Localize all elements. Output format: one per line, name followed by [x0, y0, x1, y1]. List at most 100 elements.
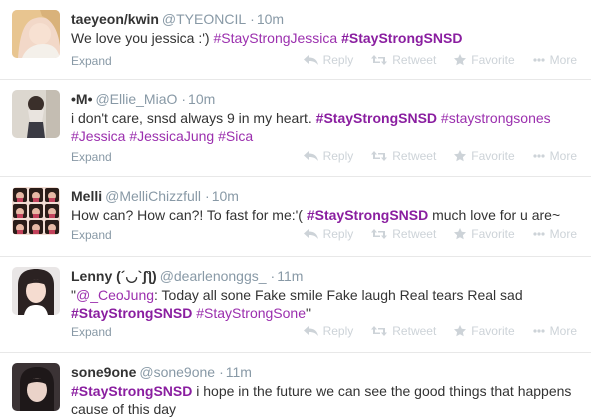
expand-link[interactable]: Expand: [71, 228, 112, 242]
retweet-icon: [371, 326, 388, 336]
avatar[interactable]: [12, 363, 60, 411]
more-action[interactable]: More: [533, 53, 577, 67]
username[interactable]: @MelliChizzfull: [105, 188, 201, 204]
retweet-label: Retweet: [392, 324, 437, 338]
tweet-actions: Reply Retweet Favorite More: [286, 324, 577, 338]
username[interactable]: @Ellie_MiaO: [95, 91, 177, 107]
retweet-action[interactable]: Retweet: [371, 53, 436, 67]
favorite-action[interactable]: Favorite: [454, 324, 515, 338]
tweet[interactable]: taeyeon/kwin @TYEONCIL · 10m We love you je…: [0, 0, 591, 80]
timestamp[interactable]: 11m: [226, 364, 252, 380]
hashtag-link[interactable]: #StayStrongSNSD: [316, 110, 437, 126]
retweet-icon: [371, 55, 388, 65]
reply-action[interactable]: Reply: [303, 324, 354, 338]
hashtag-link[interactable]: #StayStrongSone: [196, 305, 306, 321]
username[interactable]: @sone9one: [139, 364, 215, 380]
display-name[interactable]: Lenny (´◡`ʃƪ): [71, 268, 157, 284]
hashtag-link[interactable]: #Jessica: [71, 128, 125, 144]
more-action[interactable]: More: [533, 227, 577, 241]
tweet-header: Lenny (´◡`ʃƪ) @dearlenonggs_ · 11m: [71, 267, 303, 285]
timestamp[interactable]: 10m: [257, 11, 284, 27]
display-name[interactable]: taeyeon/kwin: [71, 11, 159, 27]
hashtag-link[interactable]: #StayStrongSNSD: [341, 30, 462, 46]
reply-action[interactable]: Reply: [303, 227, 354, 241]
avatar[interactable]: [12, 187, 60, 235]
avatar[interactable]: [12, 90, 60, 138]
tweet-text-segment: i don't care, snsd always 9 in my heart.: [71, 110, 316, 126]
separator-dot: ·: [219, 364, 224, 380]
tweet-text-segment: We love you jessica :'): [71, 30, 214, 46]
favorite-action[interactable]: Favorite: [454, 227, 515, 241]
display-name[interactable]: Melli: [71, 188, 102, 204]
avatar[interactable]: [12, 10, 60, 58]
favorite-label: Favorite: [471, 149, 515, 163]
hashtag-link[interactable]: #JessicaJung: [129, 128, 214, 144]
display-name[interactable]: •M•: [71, 91, 92, 107]
expand-link[interactable]: Expand: [71, 54, 112, 68]
expand-link[interactable]: Expand: [71, 325, 112, 339]
separator-dot: ·: [250, 11, 255, 27]
hashtag-link[interactable]: #staystrongsones: [441, 110, 551, 126]
tweet[interactable]: Melli @MelliChizzfull · 10m How can? How ca…: [0, 177, 591, 257]
separator-dot: ·: [181, 91, 187, 107]
retweet-action[interactable]: Retweet: [371, 227, 436, 241]
hashtag-link[interactable]: #Sica: [218, 128, 253, 144]
tweet-stream: taeyeon/kwin @TYEONCIL · 10m We love you je…: [0, 0, 591, 417]
more-dots-icon: [533, 154, 545, 158]
tweet-header: taeyeon/kwin @TYEONCIL · 10m: [71, 10, 284, 28]
reply-label: Reply: [322, 324, 354, 338]
retweet-label: Retweet: [392, 227, 437, 241]
hashtag-link[interactable]: #StayStrongSNSD: [71, 383, 192, 399]
expand-link[interactable]: Expand: [71, 150, 112, 164]
favorite-action[interactable]: Favorite: [454, 53, 515, 67]
separator-dot: ·: [270, 268, 276, 284]
tweet-text: We love you jessica :') #StayStrongJessi…: [71, 29, 581, 47]
more-action[interactable]: More: [533, 149, 577, 163]
hashtag-link[interactable]: #StayStrongSNSD: [307, 207, 428, 223]
separator-dot: ·: [205, 188, 210, 204]
mention-link[interactable]: @_CeoJung: [76, 287, 154, 303]
more-label: More: [549, 324, 577, 338]
retweet-icon: [371, 151, 388, 161]
favorite-label: Favorite: [471, 227, 515, 241]
username[interactable]: @dearlenonggs_: [160, 268, 267, 284]
retweet-action[interactable]: Retweet: [371, 324, 436, 338]
reply-icon: [303, 326, 318, 336]
reply-label: Reply: [322, 227, 354, 241]
retweet-label: Retweet: [392, 53, 437, 67]
star-icon: [454, 325, 467, 337]
more-action[interactable]: More: [533, 324, 577, 338]
more-label: More: [549, 149, 577, 163]
reply-icon: [303, 151, 318, 161]
timestamp[interactable]: 10m: [188, 91, 215, 107]
more-dots-icon: [533, 58, 545, 62]
reply-action[interactable]: Reply: [303, 149, 354, 163]
display-name[interactable]: sone9one: [71, 364, 136, 380]
username[interactable]: @TYEONCIL: [162, 11, 246, 27]
tweet-actions: Reply Retweet Favorite More: [286, 53, 577, 67]
retweet-label: Retweet: [392, 149, 437, 163]
tweet-text: " @_CeoJung: Today all sone Fake smile Fa…: [71, 286, 581, 322]
more-label: More: [549, 227, 577, 241]
timestamp[interactable]: 11m: [277, 268, 303, 284]
tweet[interactable]: Lenny (´◡`ʃƪ) @dearlenonggs_ · 11m " @_CeoJu…: [0, 257, 591, 353]
favorite-label: Favorite: [471, 53, 515, 67]
hashtag-link[interactable]: #StayStrongJessica: [213, 30, 337, 46]
retweet-action[interactable]: Retweet: [371, 149, 436, 163]
favorite-action[interactable]: Favorite: [454, 149, 515, 163]
reply-icon: [303, 229, 318, 239]
more-label: More: [549, 53, 577, 67]
tweet-text-segment: ": [306, 305, 311, 321]
reply-label: Reply: [322, 149, 354, 163]
tweet[interactable]: •M• @Ellie_MiaO · 10m i don't care, snsd al…: [0, 80, 591, 177]
hashtag-link[interactable]: #StayStrongSNSD: [71, 305, 192, 321]
tweet-text: #StayStrongSNSD i hope in the future we …: [71, 382, 581, 417]
avatar[interactable]: [12, 267, 60, 315]
tweet-header: Melli @MelliChizzfull · 10m: [71, 187, 239, 205]
tweet[interactable]: sone9one @sone9one · 11m #StayStrongSNSD i …: [0, 353, 591, 417]
reply-action[interactable]: Reply: [303, 53, 353, 67]
timestamp[interactable]: 10m: [212, 188, 239, 204]
tweet-text: i don't care, snsd always 9 in my heart.…: [71, 109, 581, 145]
favorite-label: Favorite: [471, 324, 515, 338]
more-dots-icon: [533, 232, 545, 236]
